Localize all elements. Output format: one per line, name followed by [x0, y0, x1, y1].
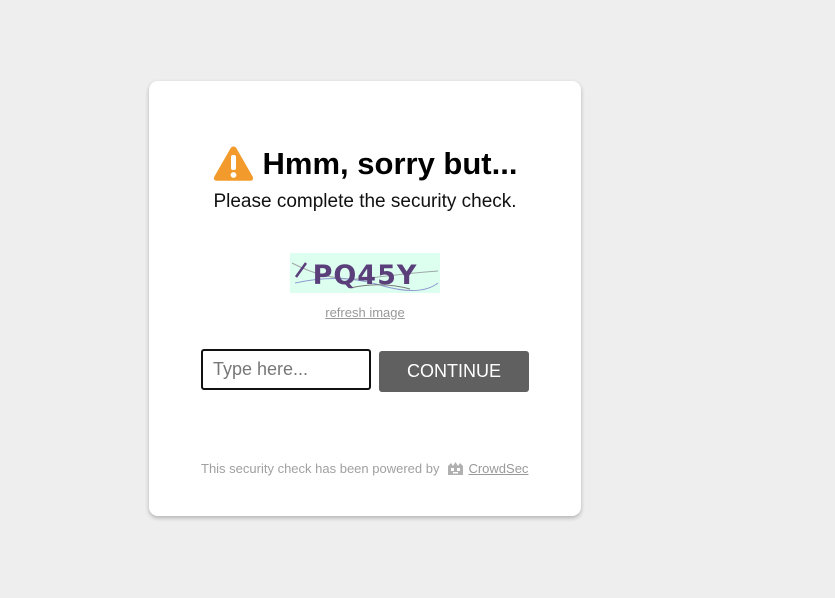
- continue-button[interactable]: CONTINUE: [379, 351, 529, 392]
- security-check-card: Hmm, sorry but... Please complete the se…: [149, 81, 581, 516]
- page-subtitle: Please complete the security check.: [213, 191, 517, 212]
- title-row: Hmm, sorry but...: [149, 141, 581, 185]
- captcha-input[interactable]: [201, 349, 371, 390]
- crowdsec-link[interactable]: CrowdSec: [468, 461, 528, 476]
- footer: This security check has been powered by …: [201, 460, 529, 477]
- crowdsec-logo-icon: [448, 462, 464, 475]
- captcha-image: PQ45Y: [290, 253, 440, 293]
- warning-triangle-icon: [213, 146, 253, 181]
- page-title: Hmm, sorry but...: [262, 145, 518, 181]
- captcha-text: PQ45Y: [313, 260, 418, 291]
- refresh-image-link[interactable]: refresh image: [149, 305, 581, 320]
- powered-by-text: This security check has been powered by: [201, 461, 440, 476]
